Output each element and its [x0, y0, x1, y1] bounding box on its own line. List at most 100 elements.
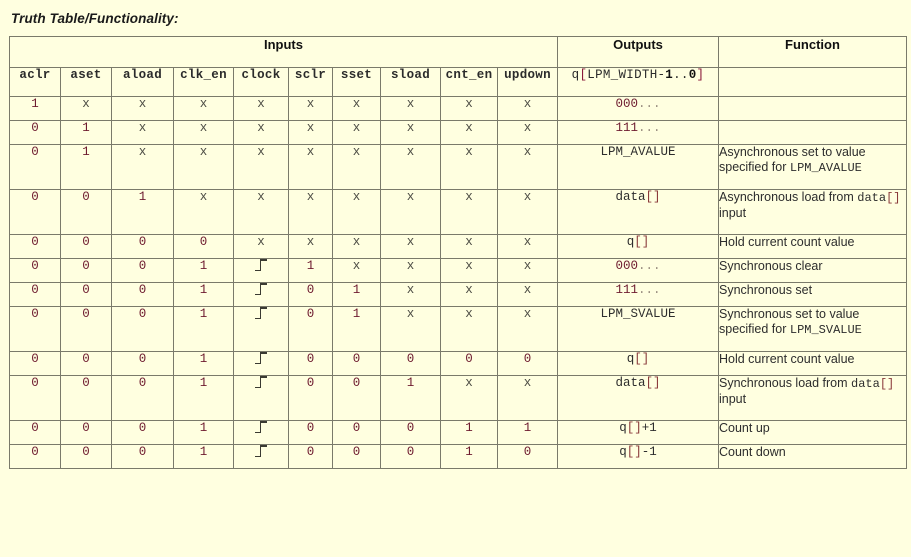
table-row: 0 0 0 1 0 0 0 1 0 q[]-1 Count down [10, 445, 907, 469]
truth-table-page: Truth Table/Functionality: Inputs Output… [0, 0, 911, 557]
cell-clock: x [234, 97, 289, 121]
cell-aclr: 0 [10, 307, 61, 352]
cell-sload: x [381, 121, 441, 145]
cell-aset: 0 [61, 421, 112, 445]
cell-clock: x [234, 121, 289, 145]
cell-output: 111... [558, 121, 719, 145]
cell-aset: 0 [61, 235, 112, 259]
table-row: 0 0 0 1 0 1 x x x LPM_SVALUE Synchronous set to va… [10, 307, 907, 352]
column-header-sload: sload [381, 68, 441, 97]
column-header-q: q[LPM_WIDTH-1..0] [558, 68, 719, 97]
cell-sload: 0 [381, 445, 441, 469]
cell-clock [234, 445, 289, 469]
group-header-row: Inputs Outputs Function [10, 37, 907, 68]
cell-sset: x [333, 145, 381, 190]
cell-clk_en: 1 [174, 283, 234, 307]
cell-cnt_en: x [441, 283, 498, 307]
cell-aset: 0 [61, 190, 112, 235]
cell-sload: x [381, 145, 441, 190]
cell-cnt_en: x [441, 121, 498, 145]
cell-sclr: 1 [289, 259, 333, 283]
cell-cnt_en: x [441, 97, 498, 121]
cell-sclr: x [289, 145, 333, 190]
cell-aload: 0 [112, 283, 174, 307]
cell-aset: 0 [61, 352, 112, 376]
rising-edge-icon [254, 421, 268, 433]
cell-aload: 0 [112, 307, 174, 352]
cell-aload: 0 [112, 235, 174, 259]
rising-edge-icon [254, 259, 268, 271]
table-row: 1 x x x x x x x x x 000... [10, 97, 907, 121]
cell-output: LPM_SVALUE [558, 307, 719, 352]
cell-sset: 1 [333, 307, 381, 352]
group-header-outputs: Outputs [558, 37, 719, 68]
cell-sset: 1 [333, 283, 381, 307]
cell-aset: 1 [61, 121, 112, 145]
table-row: 0 0 0 1 0 0 1 x x data[] Synchronous load from dat… [10, 376, 907, 421]
cell-clk_en: x [174, 145, 234, 190]
cell-sset: 0 [333, 421, 381, 445]
cell-updown: x [498, 121, 558, 145]
cell-updown: x [498, 283, 558, 307]
cell-sclr: x [289, 97, 333, 121]
cell-aset: 0 [61, 307, 112, 352]
cell-updown: x [498, 376, 558, 421]
cell-updown: x [498, 145, 558, 190]
cell-aload: 1 [112, 190, 174, 235]
column-header-cnt-en: cnt_en [441, 68, 498, 97]
cell-aclr: 0 [10, 283, 61, 307]
cell-sclr: x [289, 121, 333, 145]
cell-sclr: 0 [289, 376, 333, 421]
cell-aset: 0 [61, 376, 112, 421]
cell-updown: 0 [498, 352, 558, 376]
cell-function [719, 97, 907, 121]
cell-aload: x [112, 121, 174, 145]
cell-aclr: 0 [10, 121, 61, 145]
cell-sclr: 0 [289, 307, 333, 352]
cell-aload: x [112, 145, 174, 190]
cell-function: Synchronous clear [719, 259, 907, 283]
cell-output: data[] [558, 376, 719, 421]
cell-clk_en: 1 [174, 259, 234, 283]
cell-aclr: 0 [10, 352, 61, 376]
column-header-row: aclr aset aload clk_en clock sclr sset s… [10, 68, 907, 97]
cell-sload: x [381, 307, 441, 352]
column-header-clock: clock [234, 68, 289, 97]
cell-output: 111... [558, 283, 719, 307]
rising-edge-icon [254, 445, 268, 457]
cell-clock [234, 421, 289, 445]
cell-clk_en: 1 [174, 352, 234, 376]
cell-aclr: 0 [10, 376, 61, 421]
column-header-updown: updown [498, 68, 558, 97]
cell-sload: 0 [381, 421, 441, 445]
table-row: 0 0 0 1 0 0 0 1 1 q[]+1 Count up [10, 421, 907, 445]
cell-updown: x [498, 307, 558, 352]
cell-clock [234, 307, 289, 352]
cell-clock: x [234, 235, 289, 259]
cell-function [719, 121, 907, 145]
table-head: Inputs Outputs Function aclr aset aload … [10, 37, 907, 97]
cell-sclr: x [289, 190, 333, 235]
cell-sload: x [381, 235, 441, 259]
cell-clock [234, 259, 289, 283]
cell-cnt_en: x [441, 190, 498, 235]
cell-sset: x [333, 121, 381, 145]
cell-aclr: 0 [10, 145, 61, 190]
cell-aset: 0 [61, 283, 112, 307]
table-row: 0 1 x x x x x x x x 111... [10, 121, 907, 145]
group-header-inputs: Inputs [10, 37, 558, 68]
rising-edge-icon [254, 352, 268, 364]
cell-aset: 1 [61, 145, 112, 190]
cell-function: Count up [719, 421, 907, 445]
column-header-aload: aload [112, 68, 174, 97]
cell-sclr: 0 [289, 421, 333, 445]
cell-aset: 0 [61, 259, 112, 283]
cell-clk_en: 1 [174, 445, 234, 469]
cell-sset: x [333, 97, 381, 121]
cell-sclr: 0 [289, 283, 333, 307]
cell-sload: x [381, 97, 441, 121]
column-header-function-blank [719, 68, 907, 97]
cell-sset: 0 [333, 352, 381, 376]
cell-clock [234, 376, 289, 421]
cell-output: 000... [558, 97, 719, 121]
